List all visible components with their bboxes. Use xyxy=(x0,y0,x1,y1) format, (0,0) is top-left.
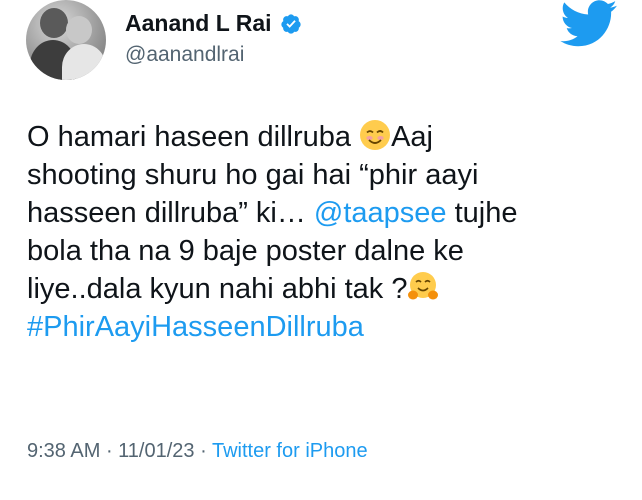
tweet-card: Aanand L Rai @aanandlrai O hamari haseen… xyxy=(0,0,642,500)
verified-badge-icon xyxy=(280,13,301,34)
author-name[interactable]: Aanand L Rai xyxy=(125,10,272,37)
tweet-line: #PhirAayiHasseenDillruba xyxy=(27,308,627,346)
tweet-line: shooting shuru ho gai hai “phir aayi xyxy=(27,159,479,191)
tweet-text-segment: Aaj xyxy=(391,121,433,153)
hashtag-link[interactable]: #PhirAayiHasseenDillruba xyxy=(27,311,364,343)
tweet-text-segment: liye..dala kyun nahi abhi tak ? xyxy=(27,273,408,305)
avatar[interactable] xyxy=(26,0,106,80)
meta-separator: · xyxy=(194,440,212,462)
tweet-line: liye..dala kyun nahi abhi tak ? xyxy=(27,270,627,308)
author-name-row: Aanand L Rai xyxy=(125,10,302,37)
twitter-bird-icon xyxy=(560,0,617,47)
tweet-text-segment: hasseen dillruba” ki… xyxy=(27,197,314,229)
tweet-line: hasseen dillruba” ki… @taapsee tujhe xyxy=(27,194,627,232)
tweet-date[interactable]: 11/01/23 xyxy=(118,440,194,462)
smiling-face-emoji xyxy=(360,120,391,150)
hugging-face-emoji xyxy=(408,272,439,300)
tweet-text: O hamari haseen dillruba Aaj shooting sh… xyxy=(27,118,627,346)
tweet-text-segment: tujhe xyxy=(446,197,518,229)
tweet-meta: 9:38 AM · 11/01/23 · Twitter for iPhone xyxy=(27,440,368,463)
author-handle[interactable]: @aanandlrai xyxy=(125,43,244,67)
tweet-text-segment: O hamari haseen dillruba xyxy=(27,121,360,153)
tweet-line: bola tha na 9 baje poster dalne ke xyxy=(27,235,464,267)
tweet-time[interactable]: 9:38 AM xyxy=(27,440,100,462)
tweet-line: O hamari haseen dillruba Aaj xyxy=(27,118,627,156)
mention-link[interactable]: @taapsee xyxy=(314,197,447,229)
meta-separator: · xyxy=(100,440,119,462)
tweet-source[interactable]: Twitter for iPhone xyxy=(212,440,368,462)
